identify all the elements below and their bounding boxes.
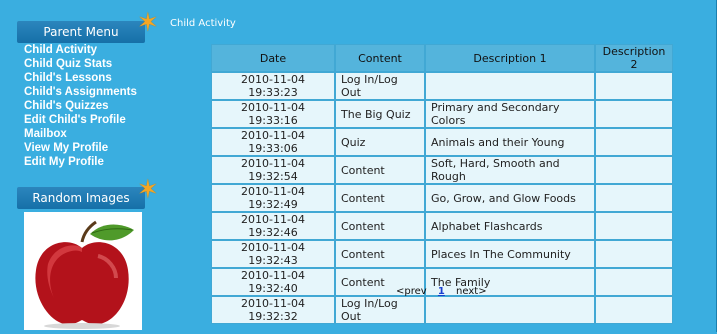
description-2-cell — [595, 240, 673, 268]
breadcrumb: Child Activity — [170, 18, 236, 29]
sidebar: Parent Menu ✶ Child Activity Child Quiz … — [0, 0, 210, 332]
description-2-cell — [595, 128, 673, 156]
content-cell: Content — [335, 212, 425, 240]
table-header-row: Date Content Description 1 Description 2 — [211, 44, 673, 72]
description-1-cell: Alphabet Flashcards — [425, 212, 595, 240]
date-cell: 2010-11-04 19:32:43 — [211, 240, 335, 268]
description-2-cell — [595, 100, 673, 128]
description-2-cell — [595, 184, 673, 212]
description-2-cell — [595, 212, 673, 240]
content-cell: Log In/Log Out — [335, 296, 425, 324]
date-cell: 2010-11-04 19:32:49 — [211, 184, 335, 212]
sidebar-item-mailbox[interactable]: Mailbox — [24, 127, 137, 141]
description-2-cell — [595, 296, 673, 324]
column-header-content: Content — [335, 44, 425, 72]
date-cell: 2010-11-04 19:32:54 — [211, 156, 335, 184]
random-image-apple[interactable] — [24, 212, 142, 330]
column-header-date: Date — [211, 44, 335, 72]
star-icon: ✶ — [137, 8, 159, 38]
content-cell: The Big Quiz — [335, 100, 425, 128]
table-row: 2010-11-04 19:32:46 Content Alphabet Fla… — [211, 212, 673, 240]
parent-menu-title: Parent Menu — [43, 25, 119, 39]
content-cell: Quiz — [335, 128, 425, 156]
apple-icon — [24, 212, 142, 330]
date-cell: 2010-11-04 19:32:46 — [211, 212, 335, 240]
pagination: <prev 1 next> — [396, 286, 487, 297]
parent-menu-list: Child Activity Child Quiz Stats Child's … — [24, 43, 137, 169]
column-header-description-1: Description 1 — [425, 44, 595, 72]
sidebar-item-child-quiz-stats[interactable]: Child Quiz Stats — [24, 57, 137, 71]
random-images-title: Random Images — [32, 191, 130, 205]
date-cell: 2010-11-04 19:33:06 — [211, 128, 335, 156]
sidebar-item-childs-quizzes[interactable]: Child's Quizzes — [24, 99, 137, 113]
sidebar-item-edit-my-profile[interactable]: Edit My Profile — [24, 155, 137, 169]
sidebar-item-childs-assignments[interactable]: Child's Assignments — [24, 85, 137, 99]
next-link[interactable]: next> — [456, 286, 487, 297]
sidebar-item-childs-lessons[interactable]: Child's Lessons — [24, 71, 137, 85]
page-link-1[interactable]: 1 — [438, 286, 445, 297]
sidebar-item-edit-childs-profile[interactable]: Edit Child's Profile — [24, 113, 137, 127]
activity-table: Date Content Description 1 Description 2… — [211, 44, 673, 324]
content-cell: Content — [335, 240, 425, 268]
date-cell: 2010-11-04 19:33:16 — [211, 100, 335, 128]
content-cell: Log In/Log Out — [335, 72, 425, 100]
description-1-cell: Go, Grow, and Glow Foods — [425, 184, 595, 212]
description-1-cell — [425, 296, 595, 324]
table-row: 2010-11-04 19:32:54 Content Soft, Hard, … — [211, 156, 673, 184]
content-cell: Content — [335, 156, 425, 184]
description-1-cell: Soft, Hard, Smooth and Rough — [425, 156, 595, 184]
date-cell: 2010-11-04 19:32:40 — [211, 268, 335, 296]
date-cell: 2010-11-04 19:32:32 — [211, 296, 335, 324]
description-1-cell: Primary and Secondary Colors — [425, 100, 595, 128]
table-row: 2010-11-04 19:32:49 Content Go, Grow, an… — [211, 184, 673, 212]
content-cell: Content — [335, 184, 425, 212]
star-icon: ✶ — [137, 175, 159, 205]
sidebar-item-view-my-profile[interactable]: View My Profile — [24, 141, 137, 155]
description-1-cell: Places In The Community — [425, 240, 595, 268]
description-2-cell — [595, 72, 673, 100]
date-cell: 2010-11-04 19:33:23 — [211, 72, 335, 100]
table-row: 2010-11-04 19:33:23 Log In/Log Out — [211, 72, 673, 100]
description-1-cell: Animals and their Young — [425, 128, 595, 156]
parent-menu-header: Parent Menu — [17, 21, 145, 43]
column-header-description-2: Description 2 — [595, 44, 673, 72]
prev-link[interactable]: <prev — [396, 286, 427, 297]
table-row: 2010-11-04 19:33:16 The Big Quiz Primary… — [211, 100, 673, 128]
table-row: 2010-11-04 19:33:06 Quiz Animals and the… — [211, 128, 673, 156]
random-images-header: Random Images — [17, 187, 145, 209]
sidebar-item-child-activity[interactable]: Child Activity — [24, 43, 137, 57]
description-2-cell — [595, 268, 673, 296]
table-row: 2010-11-04 19:32:43 Content Places In Th… — [211, 240, 673, 268]
table-row: 2010-11-04 19:32:32 Log In/Log Out — [211, 296, 673, 324]
description-2-cell — [595, 156, 673, 184]
description-1-cell — [425, 72, 595, 100]
